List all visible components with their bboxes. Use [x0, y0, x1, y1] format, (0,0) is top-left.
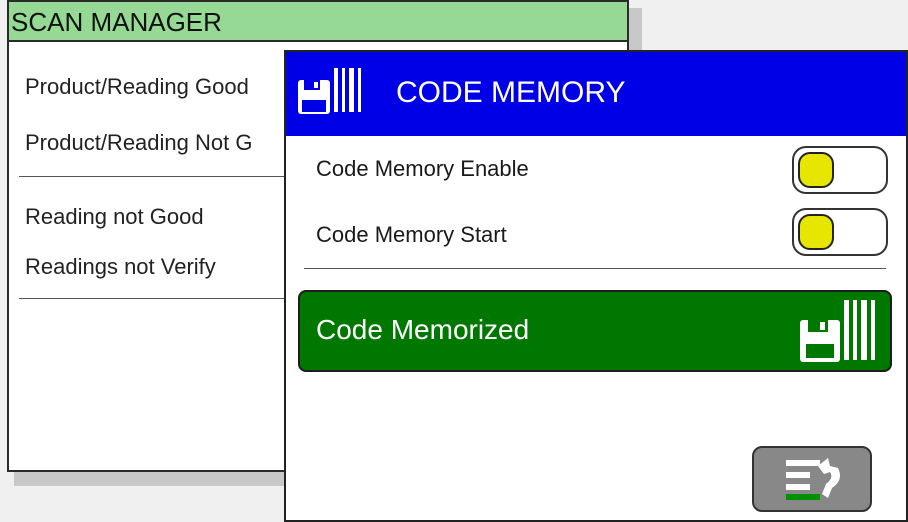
- return-list-icon: [784, 454, 848, 511]
- toggle-knob: [798, 152, 834, 188]
- code-memory-divider: [304, 268, 886, 269]
- code-memory-enable-label: Code Memory Enable: [316, 156, 529, 181]
- scan-manager-title: SCAN MANAGER: [9, 2, 627, 42]
- code-memory-start-toggle[interactable]: [792, 208, 888, 256]
- floppy-barcode-icon: [798, 296, 878, 369]
- toggle-knob: [798, 214, 834, 250]
- code-memory-window: CODE MEMORY Code Memory Enable Code Memo…: [284, 50, 908, 522]
- code-memory-title: CODE MEMORY: [396, 76, 626, 109]
- code-memorized-button[interactable]: Code Memorized: [298, 290, 892, 372]
- code-memory-start-label: Code Memory Start: [316, 222, 507, 247]
- scan-manager-item-readings-not-verify[interactable]: Readings not Verify: [25, 254, 216, 280]
- scan-manager-item-product-reading-good[interactable]: Product/Reading Good: [25, 74, 249, 100]
- code-memory-enable-toggle[interactable]: [792, 146, 888, 194]
- scan-manager-item-product-reading-not-good[interactable]: Product/Reading Not G: [25, 130, 252, 156]
- code-memory-titlebar: CODE MEMORY: [286, 52, 906, 136]
- code-memorized-label: Code Memorized: [316, 314, 530, 345]
- scan-manager-item-reading-not-good[interactable]: Reading not Good: [25, 204, 204, 230]
- floppy-barcode-icon: [296, 64, 362, 121]
- back-button[interactable]: [752, 446, 872, 512]
